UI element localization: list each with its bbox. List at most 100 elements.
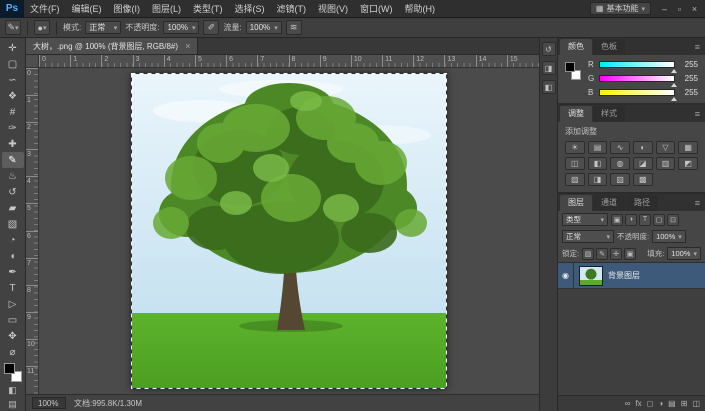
close-icon[interactable]: ×	[185, 41, 190, 51]
type-tool[interactable]: T	[2, 280, 24, 296]
layer-row-background[interactable]: ◉ 背景图层	[558, 263, 705, 289]
tab-swatches[interactable]: 色板	[593, 39, 625, 55]
canvas-background[interactable]	[39, 68, 539, 394]
opacity-select[interactable]: 100% ▾	[163, 21, 199, 34]
menu-item[interactable]: 编辑(E)	[66, 0, 108, 18]
menu-item[interactable]: 类型(T)	[187, 0, 229, 18]
restore-button[interactable]: ▫	[672, 0, 687, 18]
green-channel-value[interactable]: 255	[679, 74, 698, 83]
eraser-tool[interactable]: ▰	[2, 200, 24, 216]
collapsed-info-panel-icon[interactable]: ◧	[542, 80, 556, 94]
filter-shape-layers-icon[interactable]: ▢	[653, 214, 665, 226]
clone-stamp-tool[interactable]: ♨	[2, 168, 24, 184]
collapsed-history-panel-icon[interactable]: ↺	[542, 42, 556, 56]
threshold-adjustment-icon[interactable]: ◨	[588, 173, 608, 186]
tab-styles[interactable]: 样式	[593, 106, 625, 122]
curves-adjustment-icon[interactable]: ∿	[610, 141, 630, 154]
menu-item[interactable]: 窗口(W)	[354, 0, 399, 18]
slider-thumb[interactable]	[671, 94, 677, 101]
panel-menu-icon[interactable]: ≡	[690, 198, 705, 211]
posterize-adjustment-icon[interactable]: ▨	[565, 173, 585, 186]
filter-pixel-layers-icon[interactable]: ▣	[611, 214, 623, 226]
blur-tool[interactable]: ◔	[2, 232, 24, 248]
layer-filter-select[interactable]: 类型 ▾	[562, 213, 608, 226]
photo-filter-adjustment-icon[interactable]: ◍	[610, 157, 630, 170]
levels-adjustment-icon[interactable]: ▤	[588, 141, 608, 154]
lock-transparency-icon[interactable]: ▨	[582, 248, 594, 260]
slider-thumb[interactable]	[671, 66, 677, 73]
panel-menu-icon[interactable]: ≡	[690, 42, 705, 55]
lock-position-icon[interactable]: ✛	[610, 248, 622, 260]
blue-channel-value[interactable]: 255	[679, 88, 698, 97]
blue-channel-slider[interactable]	[599, 89, 675, 96]
lock-all-icon[interactable]: ▣	[624, 248, 636, 260]
layer-style-icon[interactable]: fx	[635, 399, 641, 408]
lasso-tool[interactable]: ∽	[2, 72, 24, 88]
green-channel-slider[interactable]	[599, 75, 675, 82]
color-balance-adjustment-icon[interactable]: ◫	[565, 157, 585, 170]
close-button[interactable]: ×	[687, 0, 702, 18]
layer-fill-select[interactable]: 100% ▾	[667, 247, 701, 260]
workspace-switcher-button[interactable]: ▦ 基本功能 ▾	[590, 2, 651, 15]
tablet-pressure-opacity-button[interactable]: ✐	[203, 20, 219, 35]
add-layer-mask-icon[interactable]: ◻	[647, 399, 654, 408]
menu-item[interactable]: 滤镜(T)	[271, 0, 313, 18]
hand-tool[interactable]: ✥	[2, 328, 24, 344]
selective-color-adjustment-icon[interactable]: ▩	[633, 173, 653, 186]
tab-adjustments[interactable]: 调整	[560, 106, 592, 122]
red-channel-value[interactable]: 255	[679, 60, 698, 69]
menu-item[interactable]: 图层(L)	[146, 0, 187, 18]
screen-mode-button[interactable]: ▤	[2, 397, 24, 411]
eyedropper-tool[interactable]: ✑	[2, 120, 24, 136]
red-channel-slider[interactable]	[599, 61, 675, 68]
document-tab[interactable]: 大树，.png @ 100% (背景图层, RGB/8#) ×	[26, 38, 198, 54]
foreground-color-swatch[interactable]	[4, 363, 15, 374]
healing-brush-tool[interactable]: ✚	[2, 136, 24, 152]
dodge-tool[interactable]: ◖	[2, 248, 24, 264]
delete-layer-icon[interactable]: ◫	[692, 399, 700, 408]
filter-type-layers-icon[interactable]: T	[639, 214, 651, 226]
minimize-button[interactable]: –	[657, 0, 672, 18]
tab-layers[interactable]: 图层	[560, 195, 592, 211]
flow-select[interactable]: 100% ▾	[246, 21, 282, 34]
history-brush-tool[interactable]: ↺	[2, 184, 24, 200]
menu-item[interactable]: 选择(S)	[229, 0, 271, 18]
panel-menu-icon[interactable]: ≡	[690, 109, 705, 122]
brush-tool[interactable]: ✎	[2, 152, 24, 168]
tool-preset-picker[interactable]: ✎ ▾	[5, 20, 21, 35]
foreground-background-swatches[interactable]	[4, 363, 22, 382]
menu-item[interactable]: 图像(I)	[108, 0, 147, 18]
zoom-level-input[interactable]: 100%	[32, 397, 66, 409]
rectangular-marquee-tool[interactable]: ▢	[2, 56, 24, 72]
invert-adjustment-icon[interactable]: ◩	[678, 157, 698, 170]
zoom-tool[interactable]: ⌀	[2, 344, 24, 360]
filter-smart-object-icon[interactable]: ⊡	[667, 214, 679, 226]
tab-paths[interactable]: 路径	[626, 195, 658, 211]
quick-selection-tool[interactable]: ❖	[2, 88, 24, 104]
layer-blend-mode-select[interactable]: 正常 ▾	[562, 230, 614, 243]
new-group-icon[interactable]: ▤	[668, 399, 676, 408]
document-image[interactable]	[131, 73, 447, 389]
gradient-map-adjustment-icon[interactable]: ▧	[610, 173, 630, 186]
filter-adjustment-layers-icon[interactable]: ◑	[625, 214, 637, 226]
foreground-color-swatch[interactable]	[565, 62, 575, 72]
menu-item[interactable]: 帮助(H)	[399, 0, 442, 18]
color-panel-swatches[interactable]	[565, 60, 582, 86]
brightness-contrast-adjustment-icon[interactable]: ☀	[565, 141, 585, 154]
quick-mask-button[interactable]: ◧	[2, 384, 24, 398]
layer-thumbnail[interactable]	[579, 266, 603, 286]
menu-item[interactable]: 文件(F)	[24, 0, 66, 18]
black-white-adjustment-icon[interactable]: ◧	[588, 157, 608, 170]
exposure-adjustment-icon[interactable]: ◐	[633, 141, 653, 154]
collapsed-properties-panel-icon[interactable]: ◨	[542, 61, 556, 75]
path-selection-tool[interactable]: ▷	[2, 296, 24, 312]
lock-pixels-icon[interactable]: ✎	[596, 248, 608, 260]
channel-mixer-adjustment-icon[interactable]: ◪	[633, 157, 653, 170]
move-tool[interactable]: ✛	[2, 40, 24, 56]
crop-tool[interactable]: #	[2, 104, 24, 120]
hue-saturation-adjustment-icon[interactable]: ▦	[678, 141, 698, 154]
tab-channels[interactable]: 通道	[593, 195, 625, 211]
vibrance-adjustment-icon[interactable]: ▽	[656, 141, 676, 154]
menu-item[interactable]: 视图(V)	[312, 0, 354, 18]
new-adjustment-layer-icon[interactable]: ◑	[658, 399, 663, 408]
